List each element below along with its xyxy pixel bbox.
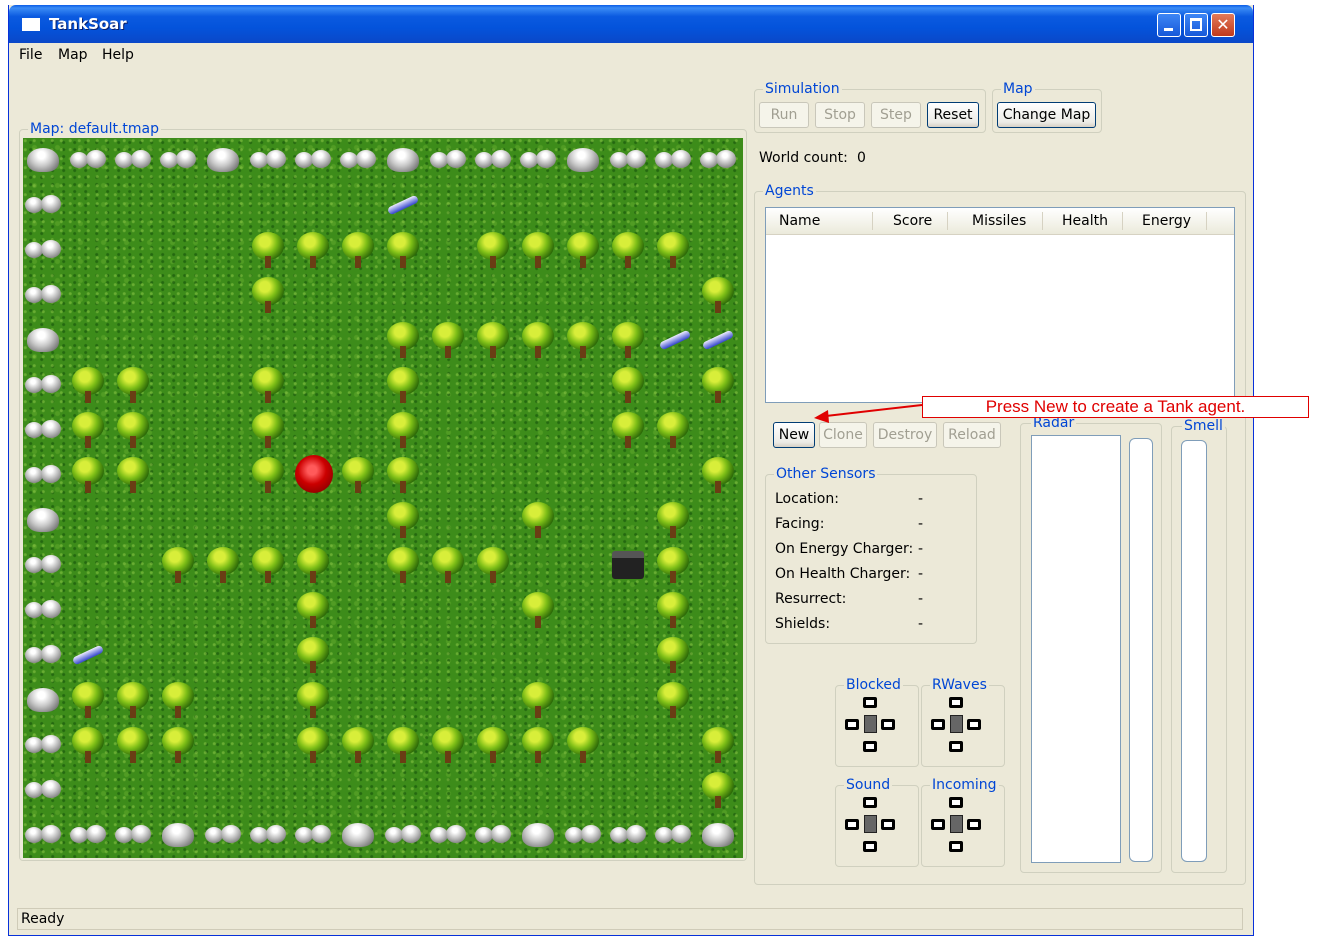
annotation-callout: Press New to create a Tank agent. [922, 396, 1309, 418]
annotation-arrow [814, 404, 923, 423]
